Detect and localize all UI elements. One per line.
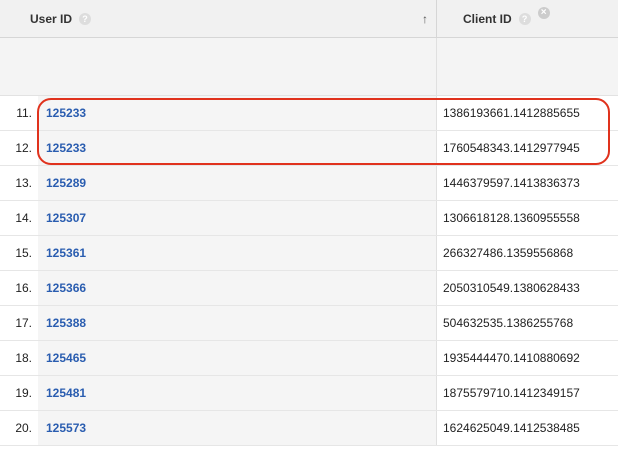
client-id-cell: 1386193661.1412885655 — [436, 96, 618, 130]
table-header: User ID ? ↑ Client ID ? × — [0, 0, 618, 38]
user-id-link[interactable]: 125233 — [46, 106, 86, 120]
client-id-cell: 504632535.1386255768 — [436, 306, 618, 340]
table-row: 13. 125289 1446379597.1413836373 — [0, 166, 618, 201]
user-id-link[interactable]: 125465 — [46, 351, 86, 365]
client-id-value: 266327486.1359556868 — [443, 246, 574, 260]
user-id-cell: 125233 — [38, 131, 436, 165]
client-id-cell: 1446379597.1413836373 — [436, 166, 618, 200]
column-header-client-id[interactable]: Client ID ? × — [436, 0, 618, 37]
user-id-link[interactable]: 125481 — [46, 386, 86, 400]
client-id-value: 1875579710.1412349157 — [443, 386, 580, 400]
user-id-cell: 125366 — [38, 271, 436, 305]
client-id-value: 2050310549.1380628433 — [443, 281, 580, 295]
user-id-cell: 125361 — [38, 236, 436, 270]
row-index: 17. — [15, 316, 32, 330]
table-row: 12. 125233 1760548343.1412977945 — [0, 131, 618, 166]
user-id-cell: 125573 — [38, 411, 436, 445]
client-id-cell: 1760548343.1412977945 — [436, 131, 618, 165]
client-id-cell: 1306618128.1360955558 — [436, 201, 618, 235]
client-id-value: 1446379597.1413836373 — [443, 176, 580, 190]
client-id-cell: 1935444470.1410880692 — [436, 341, 618, 375]
client-id-header-label: Client ID — [463, 11, 512, 26]
user-id-link[interactable]: 125361 — [46, 246, 86, 260]
user-id-header-label: User ID — [30, 11, 73, 26]
help-icon[interactable]: ? — [518, 12, 531, 25]
client-id-value: 1386193661.1412885655 — [443, 106, 580, 120]
client-id-cell: 1875579710.1412349157 — [436, 376, 618, 410]
table-row: 18. 125465 1935444470.1410880692 — [0, 341, 618, 376]
row-index: 11. — [16, 106, 32, 120]
row-index: 19. — [15, 386, 32, 400]
client-id-cell: 266327486.1359556868 — [436, 236, 618, 270]
column-divider — [436, 38, 437, 95]
summary-row — [0, 38, 618, 96]
user-id-link[interactable]: 125573 — [46, 421, 86, 435]
row-index: 13. — [15, 176, 32, 190]
user-id-link[interactable]: 125307 — [46, 211, 86, 225]
user-id-cell: 125481 — [38, 376, 436, 410]
table-row: 20. 125573 1624625049.1412538485 — [0, 411, 618, 446]
table-row: 17. 125388 504632535.1386255768 — [0, 306, 618, 341]
user-id-cell: 125233 — [38, 96, 436, 130]
client-id-cell: 2050310549.1380628433 — [436, 271, 618, 305]
user-id-link[interactable]: 125233 — [46, 141, 86, 155]
user-id-cell: 125307 — [38, 201, 436, 235]
client-id-value: 1760548343.1412977945 — [443, 141, 580, 155]
table-row: 19. 125481 1875579710.1412349157 — [0, 376, 618, 411]
column-header-user-id[interactable]: User ID ? ↑ — [0, 0, 436, 37]
table-body: 11. 125233 1386193661.1412885655 12. 125233 1… — [0, 96, 618, 446]
user-id-cell: 125388 — [38, 306, 436, 340]
table-row: 15. 125361 266327486.1359556868 — [0, 236, 618, 271]
remove-column-icon[interactable]: × — [537, 6, 550, 19]
client-id-value: 1624625049.1412538485 — [443, 421, 580, 435]
row-index: 14. — [15, 211, 32, 225]
row-index: 12. — [15, 141, 32, 155]
sort-ascending-icon[interactable]: ↑ — [418, 0, 432, 37]
table-row: 16. 125366 2050310549.1380628433 — [0, 271, 618, 306]
client-id-value: 504632535.1386255768 — [443, 316, 574, 330]
table-row: 11. 125233 1386193661.1412885655 — [0, 96, 618, 131]
row-index: 15. — [15, 246, 32, 260]
row-index: 18. — [15, 351, 32, 365]
row-index: 16. — [15, 281, 32, 295]
row-index: 20. — [15, 421, 32, 435]
user-id-cell: 125465 — [38, 341, 436, 375]
user-id-cell: 125289 — [38, 166, 436, 200]
help-icon[interactable]: ? — [79, 12, 92, 25]
client-id-value: 1935444470.1410880692 — [443, 351, 580, 365]
table-row: 14. 125307 1306618128.1360955558 — [0, 201, 618, 236]
user-id-link[interactable]: 125366 — [46, 281, 86, 295]
user-id-link[interactable]: 125388 — [46, 316, 86, 330]
client-id-value: 1306618128.1360955558 — [443, 211, 580, 225]
user-id-link[interactable]: 125289 — [46, 176, 86, 190]
client-id-cell: 1624625049.1412538485 — [436, 411, 618, 445]
